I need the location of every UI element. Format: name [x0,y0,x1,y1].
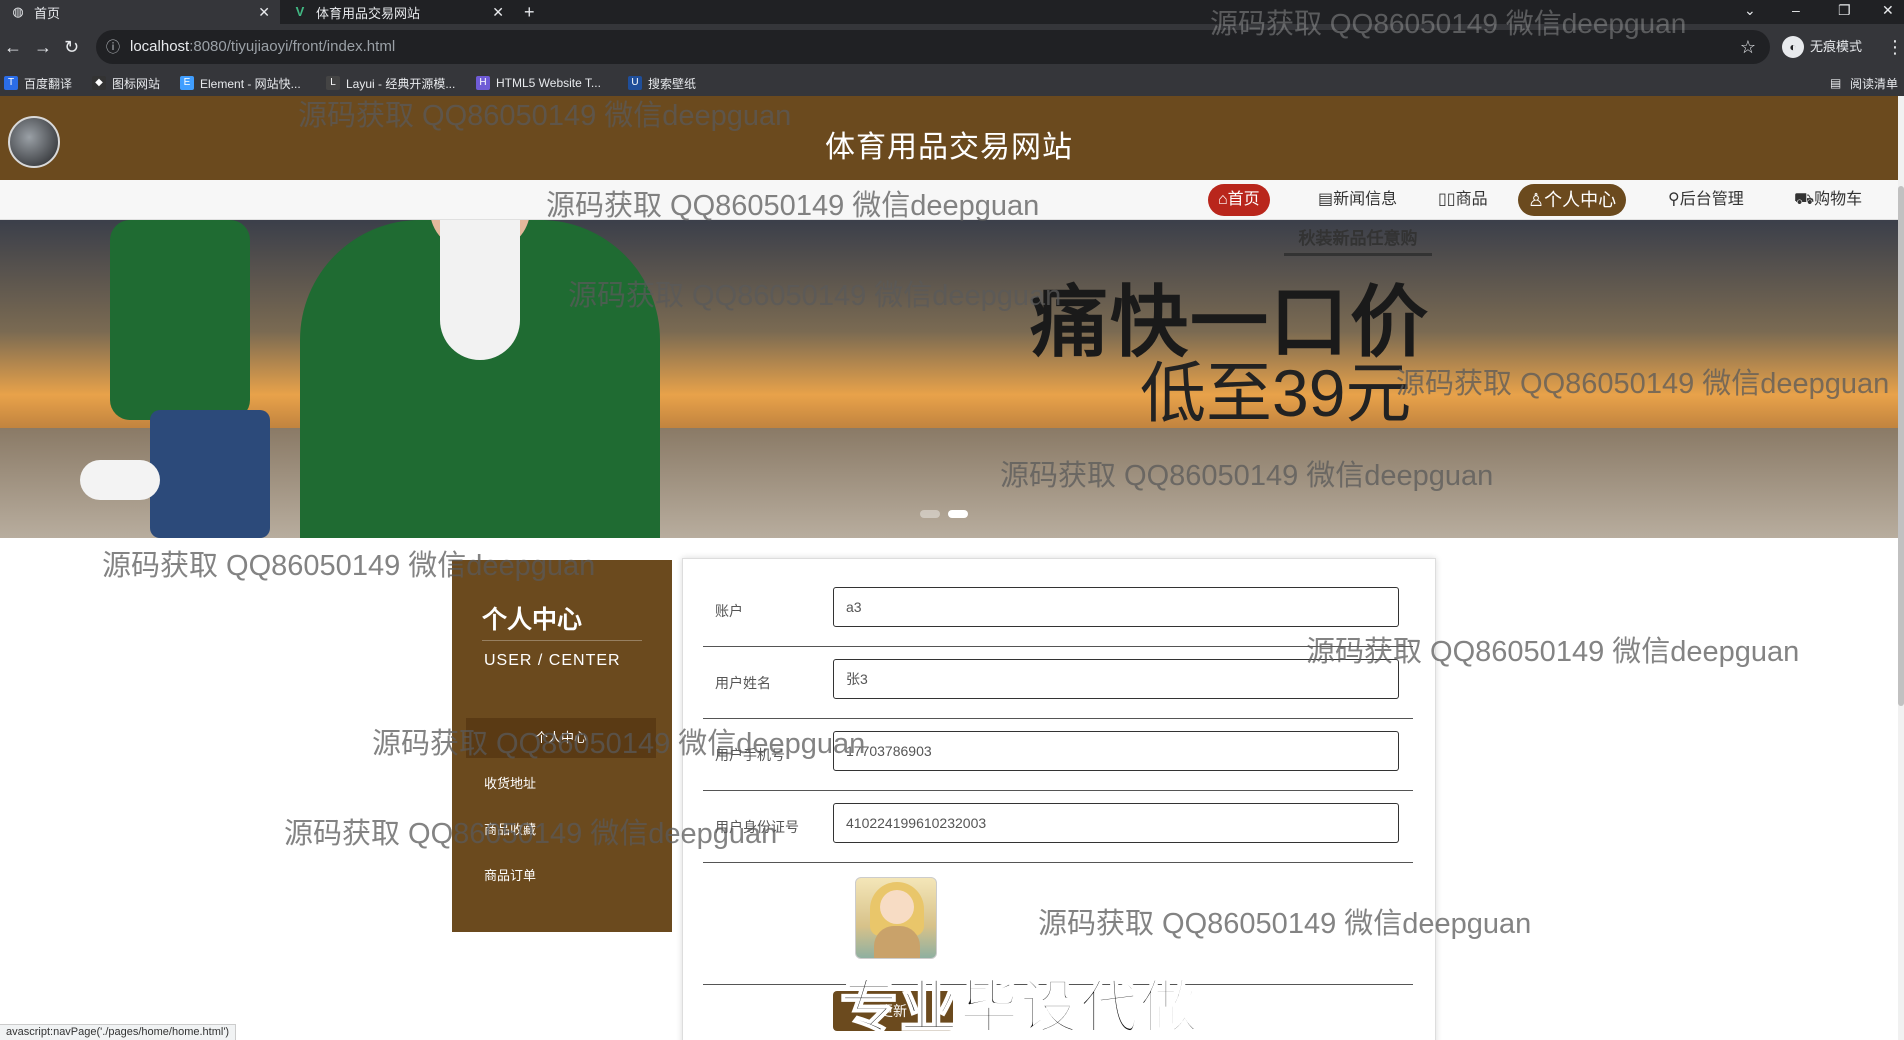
news-icon: ▤ [1318,191,1334,208]
field-label: 账户 [715,603,743,619]
minimize-icon[interactable]: – [1792,0,1800,24]
watermark-text: 源码获取 QQ86050149 微信deepguan [546,190,1040,222]
nav-admin[interactable]: ⚲后台管理 [1658,184,1754,216]
bookmark-icon: ◆ [92,76,106,90]
info-icon[interactable]: ⓘ [106,30,120,64]
watermark-text: 源码获取 QQ86050149 微信deepguan [298,100,792,132]
carousel-dot[interactable] [948,510,968,518]
user-icon: ♙ [1528,190,1545,210]
sidebar-item-address[interactable]: 收货地址 [466,764,656,804]
sidebar-subtitle: USER / CENTER [484,652,621,669]
watermark-text: 源码获取 QQ86050149 微信deepguan [284,818,778,850]
site-title: 体育用品交易网站 [825,131,1073,164]
incognito-indicator[interactable]: ◐ 无痕模式 [1782,36,1862,58]
banner-model-left [80,220,310,538]
watermark-text: 源码获取 QQ86050149 微信deepguan [1210,8,1687,39]
url-path: :8080/tiyujiaoyi/front/index.html [189,38,396,55]
bookmark-item[interactable]: ◆ 图标网站 [92,74,160,92]
translate-icon: T [4,76,18,90]
watermark-text: 源码获取 QQ86050149 微信deepguan [1000,460,1494,492]
vue-icon: V [295,4,305,19]
page-scrollbar[interactable] [1898,96,1904,1040]
reading-list[interactable]: ▤ 阅读清单 [1830,74,1898,92]
site-header: 体育用品交易网站 [0,96,1898,180]
chevron-down-icon[interactable]: ⌄ [1744,0,1756,24]
url-host: localhost [130,38,190,55]
nav-cart[interactable]: ⛟购物车 [1784,184,1872,216]
field-label: 用户姓名 [715,675,771,691]
sidebar-title: 个人中心 [482,606,583,634]
watermark-text: 源码获取 QQ86050149 微信deepguan [102,550,596,582]
watermark-text: 源码获取 QQ86050149 微信deepguan [1038,908,1532,940]
goods-icon: ▯▯ [1438,191,1456,208]
close-icon[interactable]: ✕ [492,4,504,21]
status-bar-url: avascript:navPage('./pages/home/home.htm… [0,1024,237,1040]
watermark-text: 源码获取 QQ86050149 微信deepguan [372,728,866,760]
tab-title: 首页 [34,5,61,21]
watermark-text: 源码获取 QQ86050149 微信deepguan [568,280,1062,312]
back-icon[interactable]: ← [4,36,22,58]
tab-title: 体育用品交易网站 [316,5,421,21]
restore-icon[interactable]: ❐ [1838,0,1851,24]
bookmark-item[interactable]: T 百度翻译 [4,74,72,92]
bookmarks-bar: T 百度翻译 ◆ 图标网站 E Element - 网站快... L Layui - 经… [0,70,1904,96]
link-icon: ⚲ [1668,191,1680,208]
sidebar-item-orders[interactable]: 商品订单 [466,856,656,896]
nav-user-center[interactable]: ♙个人中心 [1518,184,1627,216]
incognito-label: 无痕模式 [1810,39,1863,54]
phone-input[interactable]: 17703786903 [833,731,1399,771]
layui-icon: L [326,76,340,90]
bookmark-item[interactable]: U 搜索壁纸 [628,74,696,92]
forward-icon[interactable]: → [34,36,52,58]
home-icon: ⌂ [1218,191,1228,208]
globe-icon: ◍ [12,4,24,19]
reading-list-icon: ▤ [1829,76,1842,90]
tab-home[interactable]: ◍ 首页 ✕ [0,0,280,24]
promo-overlay: 专业毕设代做 [839,974,1201,1040]
tab-site[interactable]: V 体育用品交易网站 ✕ [282,0,514,24]
bookmark-item[interactable]: E Element - 网站快... [180,74,301,92]
incognito-icon: ◐ [1782,36,1804,58]
nav-home[interactable]: ⌂首页 [1208,184,1270,216]
carousel-dot[interactable] [920,510,940,518]
menu-icon[interactable]: ⋮ [1886,36,1904,58]
idcard-input[interactable]: 410224199610232003 [833,803,1399,843]
carousel-dots [920,510,968,518]
element-icon: E [180,76,194,90]
avatar-upload[interactable] [855,877,937,959]
wallpaper-icon: U [628,76,642,90]
watermark-text: 源码获取 QQ86050149 微信deepguan [1396,368,1890,400]
html5-icon: H [476,76,490,90]
scrollbar-thumb[interactable] [1898,186,1904,706]
banner-model-right [300,220,660,538]
nav-news[interactable]: ▤新闻信息 [1308,184,1407,216]
bookmark-item[interactable]: L Layui - 经典开源模... [326,74,455,92]
reload-icon[interactable]: ↻ [64,36,79,58]
watermark-text: 源码获取 QQ86050149 微信deepguan [1306,636,1800,668]
nav-goods[interactable]: ▯▯商品 [1428,184,1498,216]
account-input[interactable]: a3 [833,587,1399,627]
page-viewport: 体育用品交易网站 ⌂首页 ▤新闻信息 ▯▯商品 ♙个人中心 ⚲后台管理 ⛟购物车… [0,96,1904,1040]
banner-subheadline: 低至39元 [1140,356,1412,430]
close-icon[interactable]: ✕ [258,4,270,21]
close-window-icon[interactable]: ✕ [1882,0,1894,24]
sidebar-divider [482,640,642,641]
bookmark-item[interactable]: H HTML5 Website T... [476,74,601,92]
star-icon[interactable]: ☆ [1740,30,1756,64]
new-tab-icon[interactable]: + [524,0,535,24]
banner-tag: 秋装新品任意购 [1284,224,1432,256]
cart-icon: ⛟ [1794,191,1815,208]
form-row-idcard: 用户身份证号 410224199610232003 [703,795,1413,863]
